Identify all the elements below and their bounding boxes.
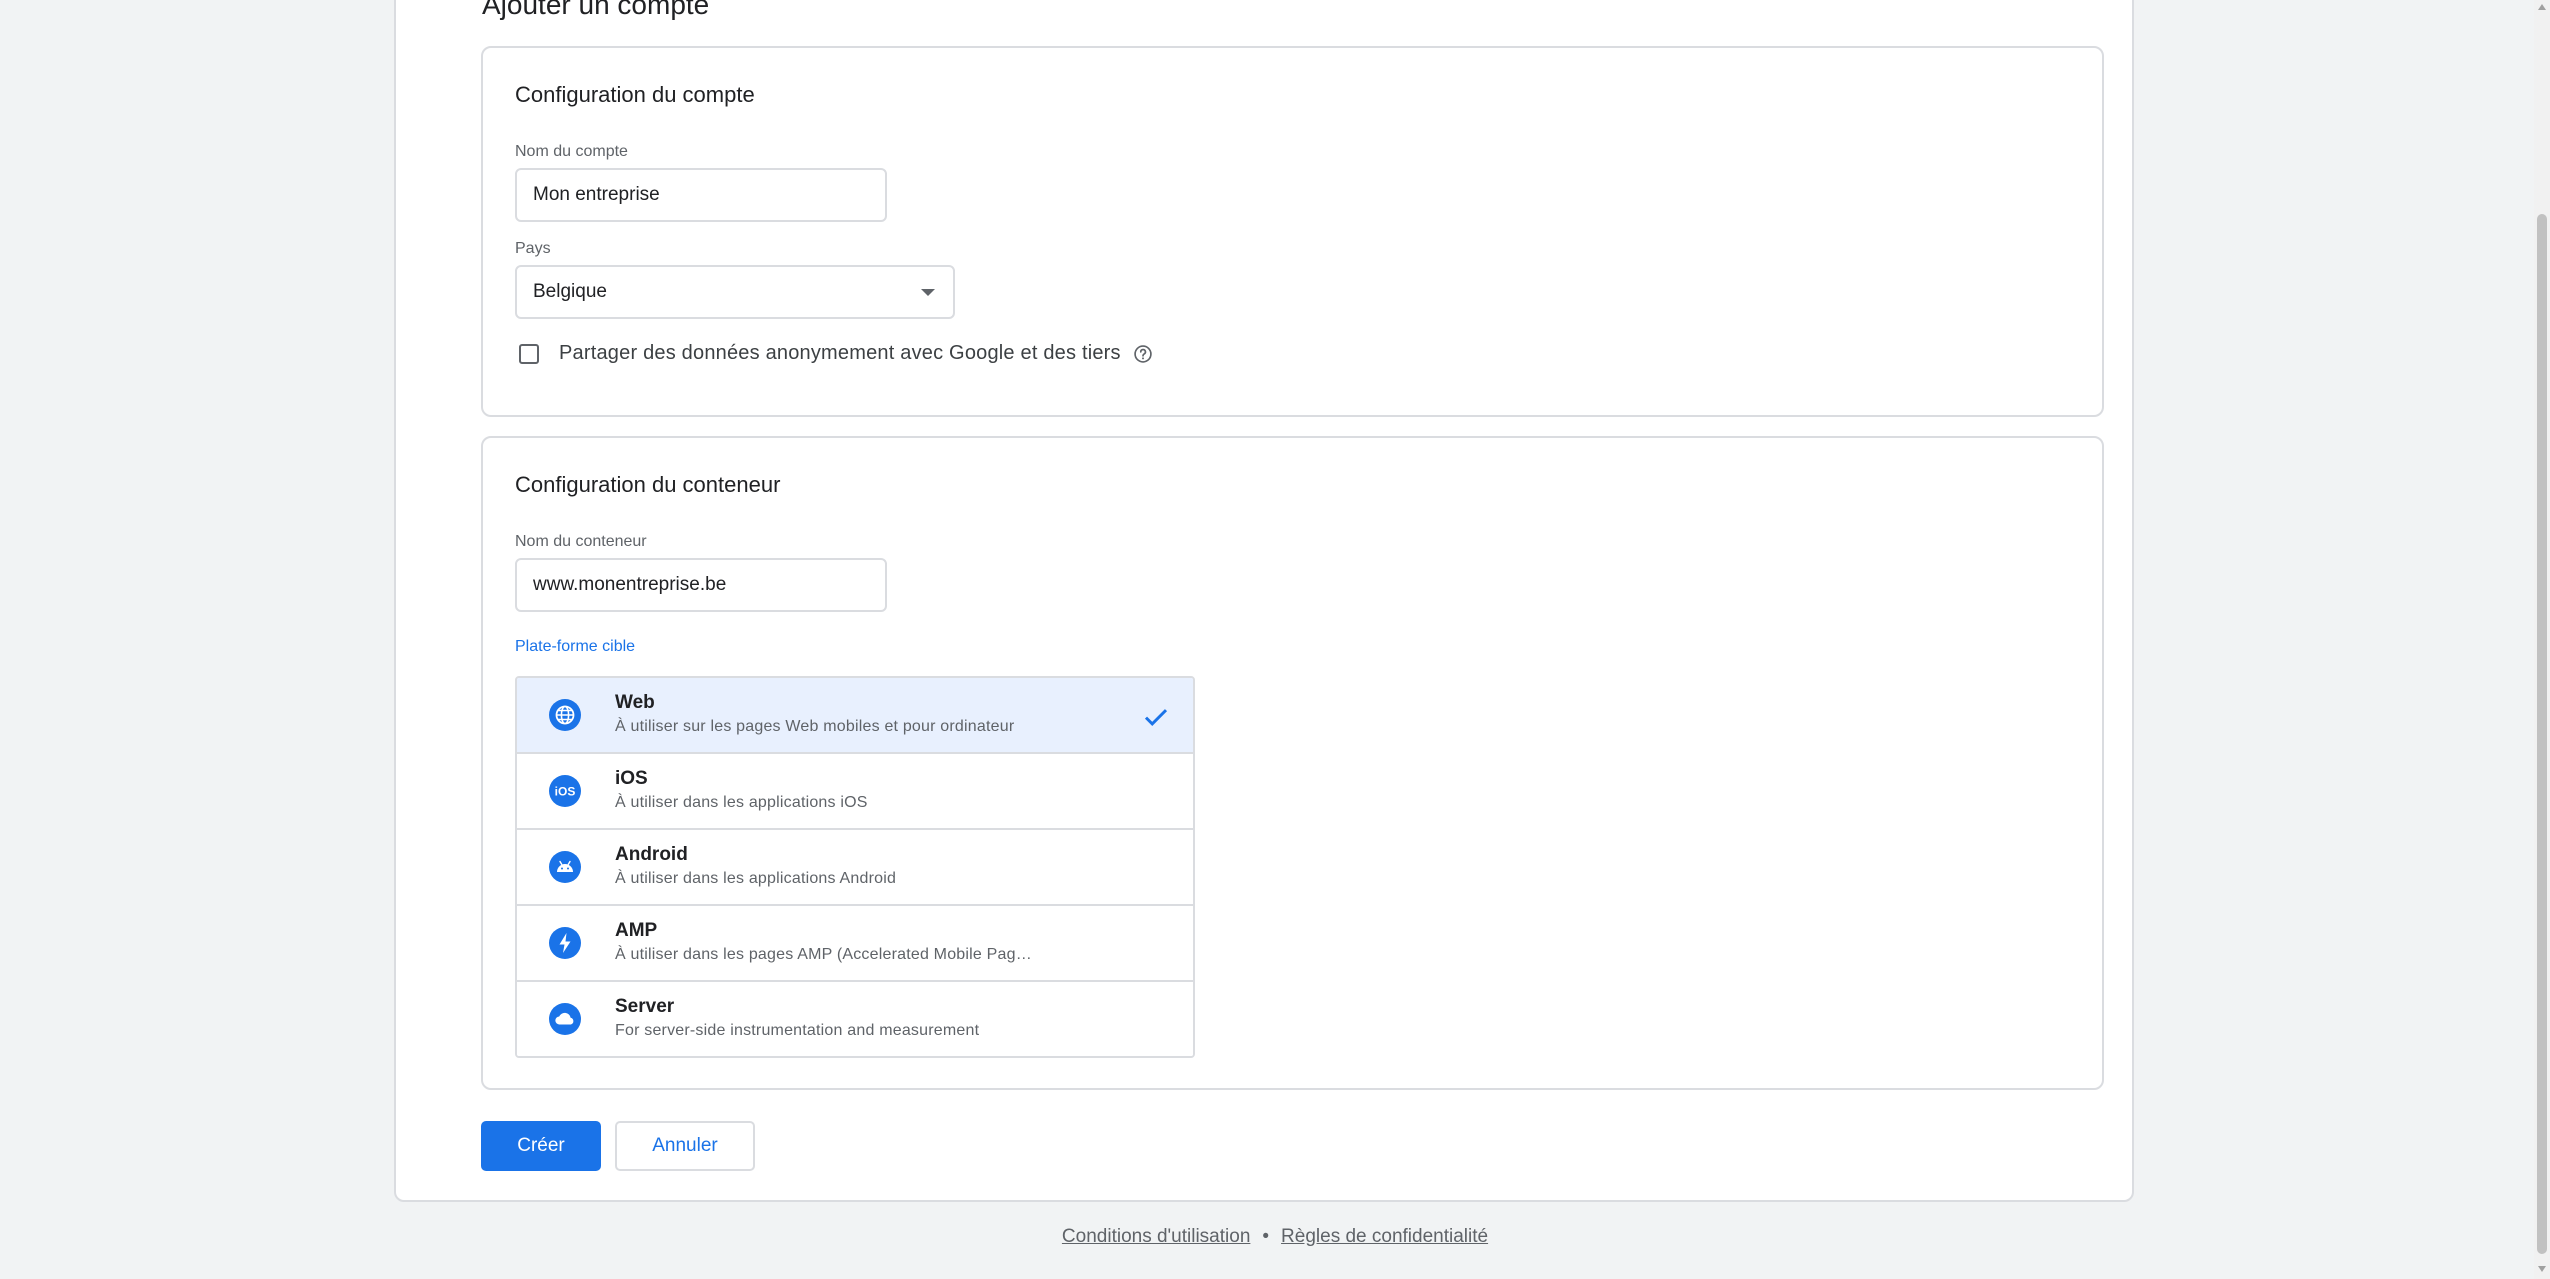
container-name-input[interactable]: [515, 558, 887, 612]
container-section-title: Configuration du conteneur: [515, 472, 781, 497]
platform-description: À utiliser dans les applications Android: [615, 870, 897, 887]
country-select-value: Belgique: [533, 281, 607, 302]
create-button[interactable]: Créer: [481, 1121, 601, 1171]
scrollbar-thumb[interactable]: [2537, 214, 2547, 1254]
footer: Conditions d'utilisation • Règles de confi…: [0, 1226, 2550, 1248]
platform-option-web[interactable]: Web À utiliser sur les pages Web mobiles…: [517, 678, 1193, 754]
platform-option-ios[interactable]: iOS iOS À utiliser dans les applications…: [517, 754, 1193, 830]
platform-name: AMP: [615, 920, 658, 941]
lightning-icon: [549, 927, 581, 959]
platform-name: Android: [615, 844, 688, 865]
account-name-input[interactable]: [515, 168, 887, 222]
ios-icon: iOS: [549, 775, 581, 807]
help-icon[interactable]: [1133, 344, 1153, 364]
account-section-title: Configuration du compte: [515, 82, 755, 107]
checkmark-icon: [1144, 709, 1168, 726]
footer-separator: •: [1262, 1226, 1270, 1247]
platform-name: Web: [615, 692, 655, 713]
platform-name: iOS: [615, 768, 648, 789]
share-data-row: Partager des données anonymement avec Go…: [519, 342, 1153, 365]
container-config-section: Configuration du conteneur Nom du conten…: [481, 436, 2104, 1090]
privacy-link[interactable]: Règles de confidentialité: [1281, 1226, 1488, 1247]
svg-text:iOS: iOS: [555, 785, 576, 799]
scroll-down-arrow-icon[interactable]: [2538, 1266, 2546, 1272]
page-title: Ajouter un compte: [482, 0, 710, 20]
scroll-up-arrow-icon[interactable]: [2538, 4, 2546, 10]
platform-description: For server-side instrumentation and meas…: [615, 1022, 980, 1039]
cloud-icon: [549, 1003, 581, 1035]
share-data-checkbox[interactable]: [519, 343, 539, 364]
target-platform-label: Plate-forme cible: [515, 638, 636, 655]
scrollbar[interactable]: [2534, 0, 2550, 1279]
platform-option-android[interactable]: Android À utiliser dans les applications…: [517, 830, 1193, 906]
globe-icon: [549, 699, 581, 731]
platform-description: À utiliser dans les applications iOS: [615, 794, 868, 811]
cancel-button[interactable]: Annuler: [615, 1121, 755, 1171]
container-name-label: Nom du conteneur: [515, 533, 647, 550]
dropdown-arrow-icon: [921, 289, 935, 296]
platform-description: À utiliser dans les pages AMP (Accelerat…: [615, 946, 1032, 963]
country-select[interactable]: Belgique: [515, 265, 955, 319]
android-icon: [549, 851, 581, 883]
platform-list: Web À utiliser sur les pages Web mobiles…: [515, 676, 1195, 1058]
platform-option-server[interactable]: Server For server-side instrumentation a…: [517, 982, 1193, 1056]
account-name-label: Nom du compte: [515, 143, 628, 160]
platform-description: À utiliser sur les pages Web mobiles et …: [615, 718, 1015, 735]
account-config-section: Configuration du compte Nom du compte Pa…: [481, 46, 2104, 417]
share-data-label[interactable]: Partager des données anonymement avec Go…: [559, 342, 1121, 365]
terms-link[interactable]: Conditions d'utilisation: [1062, 1226, 1250, 1247]
platform-option-amp[interactable]: AMP À utiliser dans les pages AMP (Accel…: [517, 906, 1193, 982]
platform-name: Server: [615, 996, 675, 1017]
country-label: Pays: [515, 240, 551, 257]
